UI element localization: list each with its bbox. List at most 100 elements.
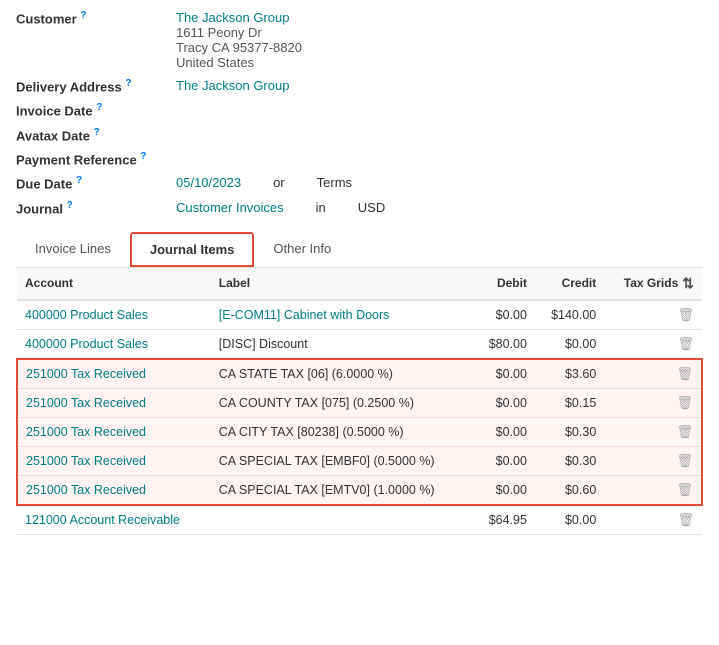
customer-address-2: Tracy CA 95377-8820: [176, 40, 302, 55]
journal-value: Customer Invoices: [176, 200, 284, 215]
cell-account: 251000 Tax Received: [17, 388, 211, 417]
journal-in: in: [316, 200, 326, 215]
invoice-date-help-icon[interactable]: ?: [96, 102, 102, 113]
table-row: 251000 Tax Received CA COUNTY TAX [075] (…: [17, 388, 702, 417]
delete-icon[interactable]: 🗑: [677, 512, 694, 527]
account-link[interactable]: 400000 Product Sales: [25, 308, 148, 322]
customer-label: Customer ?: [16, 10, 176, 26]
cell-actions: 🗑: [604, 505, 702, 535]
cell-debit: $0.00: [473, 300, 534, 330]
table-body: 400000 Product Sales [E-COM11] Cabinet wi…: [17, 300, 702, 535]
journal-field: Journal ? Customer Invoices in USD: [16, 200, 703, 216]
avatax-date-help-icon[interactable]: ?: [94, 127, 100, 138]
account-link[interactable]: 251000 Tax Received: [26, 483, 146, 497]
account-link[interactable]: 251000 Tax Received: [26, 425, 146, 439]
col-label: Label: [211, 268, 474, 300]
account-link[interactable]: 400000 Product Sales: [25, 337, 148, 351]
customer-address-3: United States: [176, 55, 302, 70]
col-debit: Debit: [473, 268, 534, 300]
avatax-date-label: Avatax Date ?: [16, 127, 176, 143]
customer-address-1: 1611 Peony Dr: [176, 25, 302, 40]
due-date-value: 05/10/2023: [176, 175, 241, 190]
col-credit: Credit: [535, 268, 604, 300]
cell-debit: $80.00: [473, 329, 534, 359]
due-date-label: Due Date ?: [16, 175, 176, 191]
cell-debit: $0.00: [473, 475, 534, 505]
payment-reference-help-icon[interactable]: ?: [140, 151, 146, 162]
table-row: 400000 Product Sales [DISC] Discount$80.0…: [17, 329, 702, 359]
delete-icon[interactable]: 🗑: [677, 336, 694, 351]
cell-credit: $0.60: [535, 475, 604, 505]
delete-icon[interactable]: 🗑: [677, 307, 694, 322]
tab-journal-items[interactable]: Journal Items: [130, 232, 255, 267]
cell-credit: $140.00: [535, 300, 604, 330]
tab-invoice-lines[interactable]: Invoice Lines: [16, 232, 130, 267]
main-container: Customer ? The Jackson Group 1611 Peony …: [0, 0, 719, 545]
invoice-date-label: Invoice Date ?: [16, 102, 176, 118]
cell-label: [E-COM11] Cabinet with Doors: [211, 300, 474, 330]
journal-table: Account Label Debit Credit Tax Grids ⇅ 4…: [16, 268, 703, 535]
cell-label: [211, 505, 474, 535]
cell-credit: $0.30: [535, 446, 604, 475]
delete-icon[interactable]: 🗑: [676, 424, 693, 439]
payment-reference-label: Payment Reference ?: [16, 151, 176, 167]
delivery-address-link[interactable]: The Jackson Group: [176, 78, 289, 93]
account-link[interactable]: 121000 Account Receivable: [25, 513, 180, 527]
avatax-date-field: Avatax Date ?: [16, 127, 703, 143]
cell-actions: 🗑: [604, 446, 702, 475]
account-link[interactable]: 251000 Tax Received: [26, 454, 146, 468]
tab-bar: Invoice Lines Journal Items Other Info: [16, 232, 703, 268]
cell-actions: 🗑: [604, 475, 702, 505]
due-date-or: or: [273, 175, 285, 190]
due-date-row: 05/10/2023 or Terms: [176, 175, 352, 190]
customer-field: Customer ? The Jackson Group 1611 Peony …: [16, 10, 703, 70]
delivery-help-icon[interactable]: ?: [125, 78, 131, 89]
account-link[interactable]: 251000 Tax Received: [26, 396, 146, 410]
cell-debit: $0.00: [473, 446, 534, 475]
customer-value: The Jackson Group 1611 Peony Dr Tracy CA…: [176, 10, 302, 70]
table-row: 251000 Tax Received CA SPECIAL TAX [EMBF0…: [17, 446, 702, 475]
cell-account: 400000 Product Sales: [17, 329, 211, 359]
cell-actions: 🗑: [604, 359, 702, 389]
customer-help-icon[interactable]: ?: [80, 10, 86, 21]
cell-account: 251000 Tax Received: [17, 359, 211, 389]
tab-other-info[interactable]: Other Info: [254, 232, 350, 267]
journal-label: Journal ?: [16, 200, 176, 216]
cell-label: [DISC] Discount: [211, 329, 474, 359]
cell-actions: 🗑: [604, 329, 702, 359]
cell-label: CA SPECIAL TAX [EMBF0] (0.5000 %): [211, 446, 474, 475]
due-date-help-icon[interactable]: ?: [76, 175, 82, 186]
delete-icon[interactable]: 🗑: [676, 395, 693, 410]
cell-debit: $64.95: [473, 505, 534, 535]
table-row: 121000 Account Receivable$64.95$0.00🗑: [17, 505, 702, 535]
col-tax-grids: Tax Grids ⇅: [604, 268, 702, 300]
customer-name-link[interactable]: The Jackson Group: [176, 10, 289, 25]
cell-debit: $0.00: [473, 359, 534, 389]
table-row: 251000 Tax ReceivedCA SPECIAL TAX [EMTV0…: [17, 475, 702, 505]
journal-help-icon[interactable]: ?: [67, 200, 73, 211]
cell-credit: $0.00: [535, 329, 604, 359]
cell-actions: 🗑: [604, 388, 702, 417]
delivery-address-label: Delivery Address ?: [16, 78, 176, 94]
cell-label: CA STATE TAX [06] (6.0000 %): [211, 359, 474, 389]
cell-label: CA COUNTY TAX [075] (0.2500 %): [211, 388, 474, 417]
account-link[interactable]: 251000 Tax Received: [26, 367, 146, 381]
cell-account: 400000 Product Sales: [17, 300, 211, 330]
due-date-field: Due Date ? 05/10/2023 or Terms: [16, 175, 703, 191]
delete-icon[interactable]: 🗑: [676, 482, 693, 497]
table-row: 400000 Product Sales [E-COM11] Cabinet wi…: [17, 300, 702, 330]
journal-row: Customer Invoices in USD: [176, 200, 385, 215]
settings-icon[interactable]: ⇅: [682, 275, 694, 292]
cell-account: 121000 Account Receivable: [17, 505, 211, 535]
delete-icon[interactable]: 🗑: [676, 453, 693, 468]
col-account: Account: [17, 268, 211, 300]
table-row: 251000 Tax Received CA STATE TAX [06] (6.…: [17, 359, 702, 389]
delete-icon[interactable]: 🗑: [676, 366, 693, 381]
cell-account: 251000 Tax Received: [17, 475, 211, 505]
cell-actions: 🗑: [604, 417, 702, 446]
cell-debit: $0.00: [473, 417, 534, 446]
cell-account: 251000 Tax Received: [17, 417, 211, 446]
delivery-address-field: Delivery Address ? The Jackson Group: [16, 78, 703, 94]
label-link[interactable]: [E-COM11] Cabinet with Doors: [219, 308, 390, 322]
table-header-row: Account Label Debit Credit Tax Grids ⇅: [17, 268, 702, 300]
